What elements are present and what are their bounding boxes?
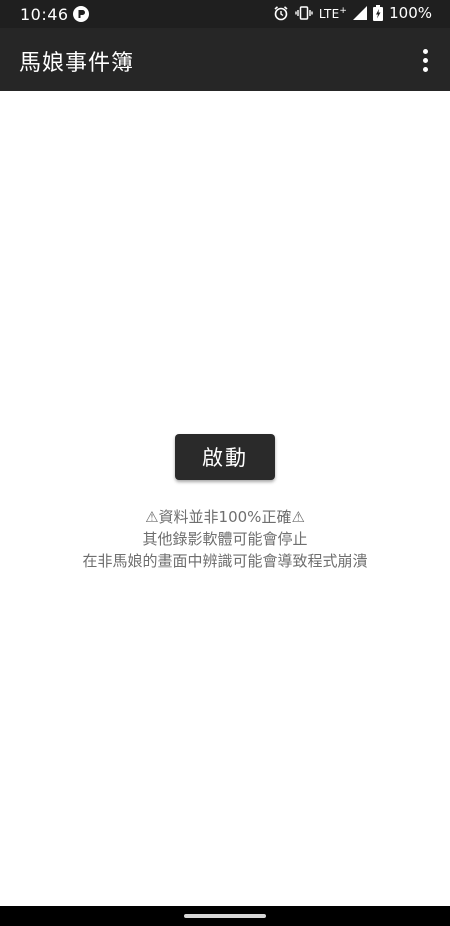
- notice-line-accuracy: ⚠資料並非100%正確⚠: [145, 508, 305, 526]
- status-bar: 10:46 LTE+ 100%: [0, 0, 450, 28]
- signal-icon: [353, 6, 368, 20]
- home-gesture-handle[interactable]: [184, 914, 266, 918]
- battery-percent: 100%: [389, 4, 432, 22]
- status-icons: LTE+ 100%: [273, 4, 432, 22]
- notice-line-crash: 在非馬娘的畫面中辨識可能會導致程式崩潰: [82, 552, 368, 570]
- vibrate-icon: [295, 5, 313, 21]
- network-type: LTE+: [318, 5, 348, 21]
- app-notification-icon: [73, 6, 89, 22]
- app-title: 馬娘事件簿: [19, 51, 135, 76]
- navigation-bar: [0, 906, 450, 926]
- alarm-icon: [273, 5, 289, 21]
- notice-line-recording: 其他錄影軟體可能會停止: [142, 530, 308, 548]
- start-button[interactable]: 啟動: [175, 434, 275, 480]
- status-time: 10:46: [20, 5, 69, 24]
- more-vert-icon[interactable]: [414, 46, 436, 74]
- battery-charging-icon: [373, 5, 384, 21]
- notice-text: ⚠資料並非100%正確⚠ 其他錄影軟體可能會停止 在非馬娘的畫面中辨識可能會導致…: [0, 506, 450, 572]
- app-bar: 馬娘事件簿: [0, 28, 450, 91]
